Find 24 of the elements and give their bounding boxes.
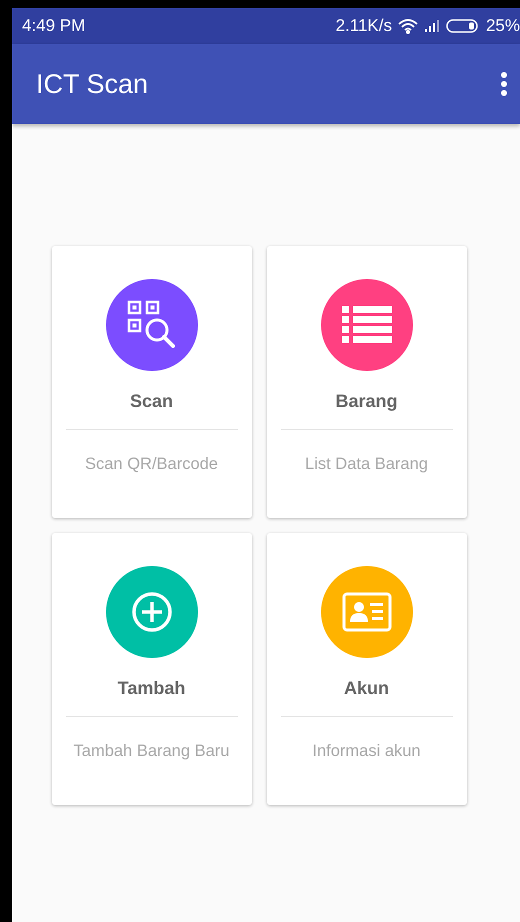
signal-icon	[424, 19, 440, 33]
battery-icon	[446, 19, 480, 33]
card-subtitle: Scan QR/Barcode	[85, 455, 218, 474]
card-subtitle: Tambah Barang Baru	[74, 742, 230, 761]
card-subtitle: Informasi akun	[312, 742, 421, 761]
card-title: Akun	[344, 678, 389, 699]
menu-card[interactable]: Tambah Tambah Barang Baru	[52, 533, 252, 805]
app-title: ICT Scan	[36, 68, 150, 100]
more-menu-icon[interactable]	[500, 71, 508, 97]
qr-search-icon	[126, 300, 176, 350]
wifi-icon	[398, 18, 418, 34]
battery-percent: 25%	[486, 16, 520, 36]
menu-card[interactable]: Akun Informasi akun	[266, 533, 466, 805]
plus-circle-icon	[130, 591, 172, 633]
network-speed: 2.11K/s	[336, 16, 392, 36]
menu-card[interactable]: Scan Scan QR/Barcode	[52, 246, 252, 518]
id-card-icon	[342, 592, 392, 632]
menu-card[interactable]: Barang List Data Barang	[266, 246, 466, 518]
card-subtitle: List Data Barang	[305, 455, 428, 474]
status-time: 4:49 PM	[22, 16, 86, 36]
card-title: Barang	[335, 391, 398, 412]
list-icon	[342, 305, 392, 345]
card-title: Tambah	[118, 678, 186, 699]
card-title: Scan	[130, 391, 174, 412]
